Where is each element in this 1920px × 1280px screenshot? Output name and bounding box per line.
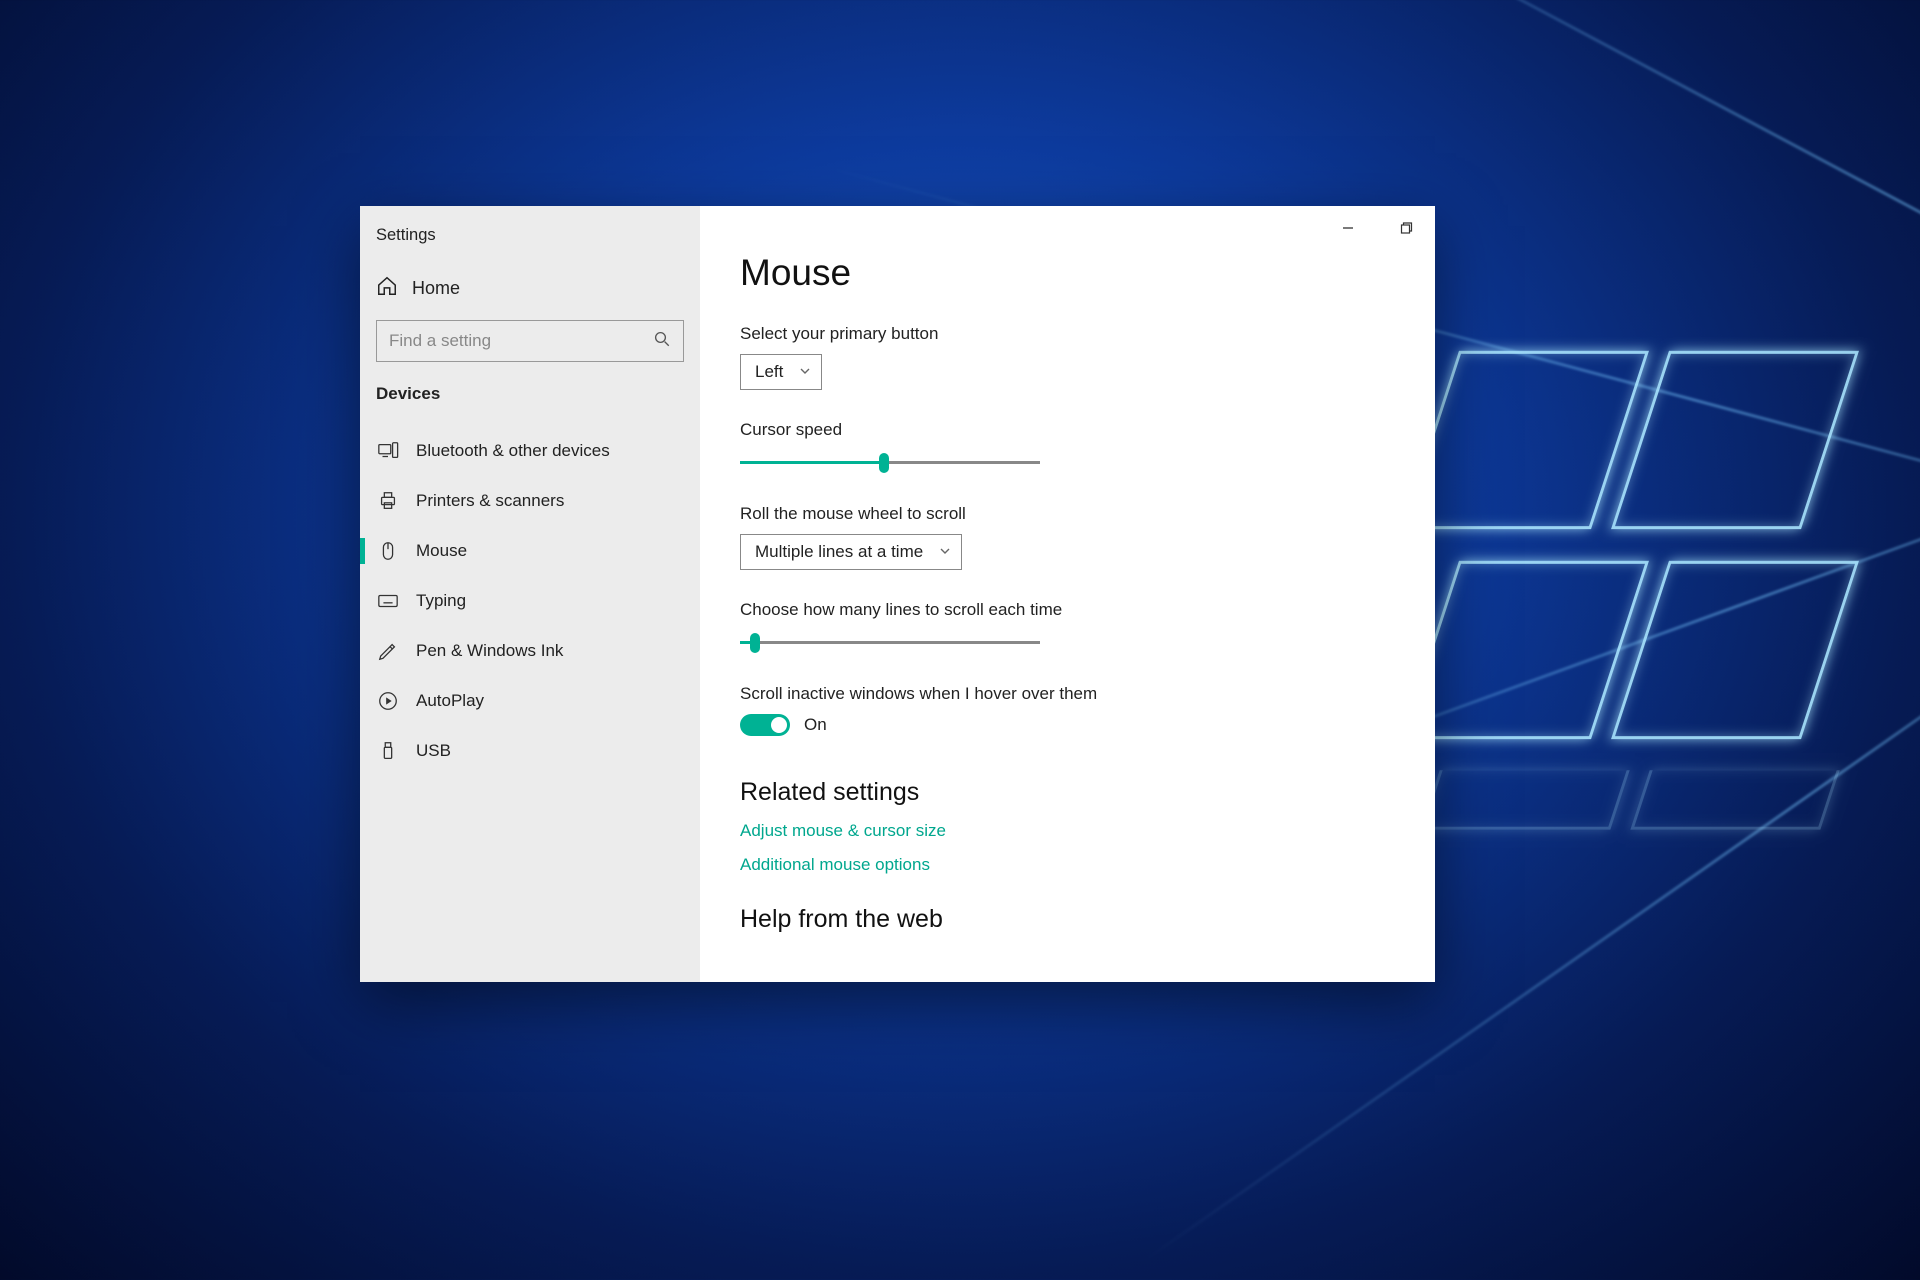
dropdown-value: Multiple lines at a time [741,542,933,562]
search-icon [653,330,671,353]
category-title: Devices [360,384,700,426]
sidebar-item-label: Mouse [416,541,467,561]
decorative-square [1630,770,1839,829]
home-icon [376,275,398,302]
sidebar-item-bluetooth[interactable]: Bluetooth & other devices [360,426,700,476]
scroll-inactive-label: Scroll inactive windows when I hover ove… [740,684,1435,704]
sidebar: Settings Home Devices Bluetooth & other … [360,206,700,982]
primary-button-label: Select your primary button [740,324,1435,344]
slider-track [740,641,1040,644]
chevron-down-icon [793,362,821,382]
sidebar-item-typing[interactable]: Typing [360,576,700,626]
sidebar-item-autoplay[interactable]: AutoPlay [360,676,700,726]
scroll-lines-slider[interactable] [740,630,1040,654]
titlebar-controls [1319,206,1435,250]
page-title: Mouse [740,252,1435,294]
scroll-inactive-section: Scroll inactive windows when I hover ove… [740,684,1435,736]
cursor-speed-slider[interactable] [740,450,1040,474]
toggle-state-label: On [804,715,827,735]
search-box[interactable] [376,320,684,362]
decorative-square [1611,561,1859,739]
keyboard-icon [376,590,400,612]
decorative-square [1611,351,1859,529]
sidebar-item-label: Pen & Windows Ink [416,641,563,661]
sidebar-item-label: Printers & scanners [416,491,564,511]
home-label: Home [412,278,460,299]
scroll-mode-dropdown[interactable]: Multiple lines at a time [740,534,962,570]
devices-icon [376,440,400,462]
sidebar-item-mouse[interactable]: Mouse [360,526,700,576]
pen-icon [376,640,400,662]
related-heading: Related settings [740,778,1435,807]
minimize-button[interactable] [1319,206,1377,250]
primary-button-section: Select your primary button Left [740,324,1435,390]
scroll-mode-label: Roll the mouse wheel to scroll [740,504,1435,524]
sidebar-item-usb[interactable]: USB [360,726,700,776]
app-title: Settings [360,216,700,267]
help-heading: Help from the web [740,905,1435,934]
slider-fill [740,461,884,464]
dropdown-value: Left [741,362,793,382]
sidebar-item-label: AutoPlay [416,691,484,711]
scroll-lines-label: Choose how many lines to scroll each tim… [740,600,1435,620]
help-section: Help from the web [740,905,1435,934]
slider-thumb[interactable] [879,453,889,473]
sidebar-item-label: Bluetooth & other devices [416,441,610,461]
sidebar-item-pen[interactable]: Pen & Windows Ink [360,626,700,676]
scroll-inactive-toggle[interactable] [740,714,790,736]
maximize-button[interactable] [1377,206,1435,250]
printer-icon [376,490,400,512]
slider-thumb[interactable] [750,633,760,653]
sidebar-item-printers[interactable]: Printers & scanners [360,476,700,526]
search-input[interactable] [389,331,653,351]
autoplay-icon [376,690,400,712]
link-adjust-cursor-size[interactable]: Adjust mouse & cursor size [740,821,1435,841]
mouse-icon [376,540,400,562]
cursor-speed-section: Cursor speed [740,420,1435,474]
scroll-mode-section: Roll the mouse wheel to scroll Multiple … [740,504,1435,570]
sidebar-item-label: Typing [416,591,466,611]
related-settings-section: Related settings Adjust mouse & cursor s… [740,778,1435,875]
decorative-square [1401,351,1649,529]
sidebar-item-label: USB [416,741,451,761]
cursor-speed-label: Cursor speed [740,420,1435,440]
content-pane: Mouse Select your primary button Left Cu… [700,206,1435,982]
home-button[interactable]: Home [360,267,700,320]
scroll-lines-section: Choose how many lines to scroll each tim… [740,600,1435,654]
chevron-down-icon [933,542,961,562]
decorative-square [1401,561,1649,739]
usb-icon [376,740,400,762]
link-additional-mouse-options[interactable]: Additional mouse options [740,855,1435,875]
decorative-square [1420,770,1629,829]
primary-button-dropdown[interactable]: Left [740,354,822,390]
settings-window: Settings Home Devices Bluetooth & other … [360,206,1435,982]
